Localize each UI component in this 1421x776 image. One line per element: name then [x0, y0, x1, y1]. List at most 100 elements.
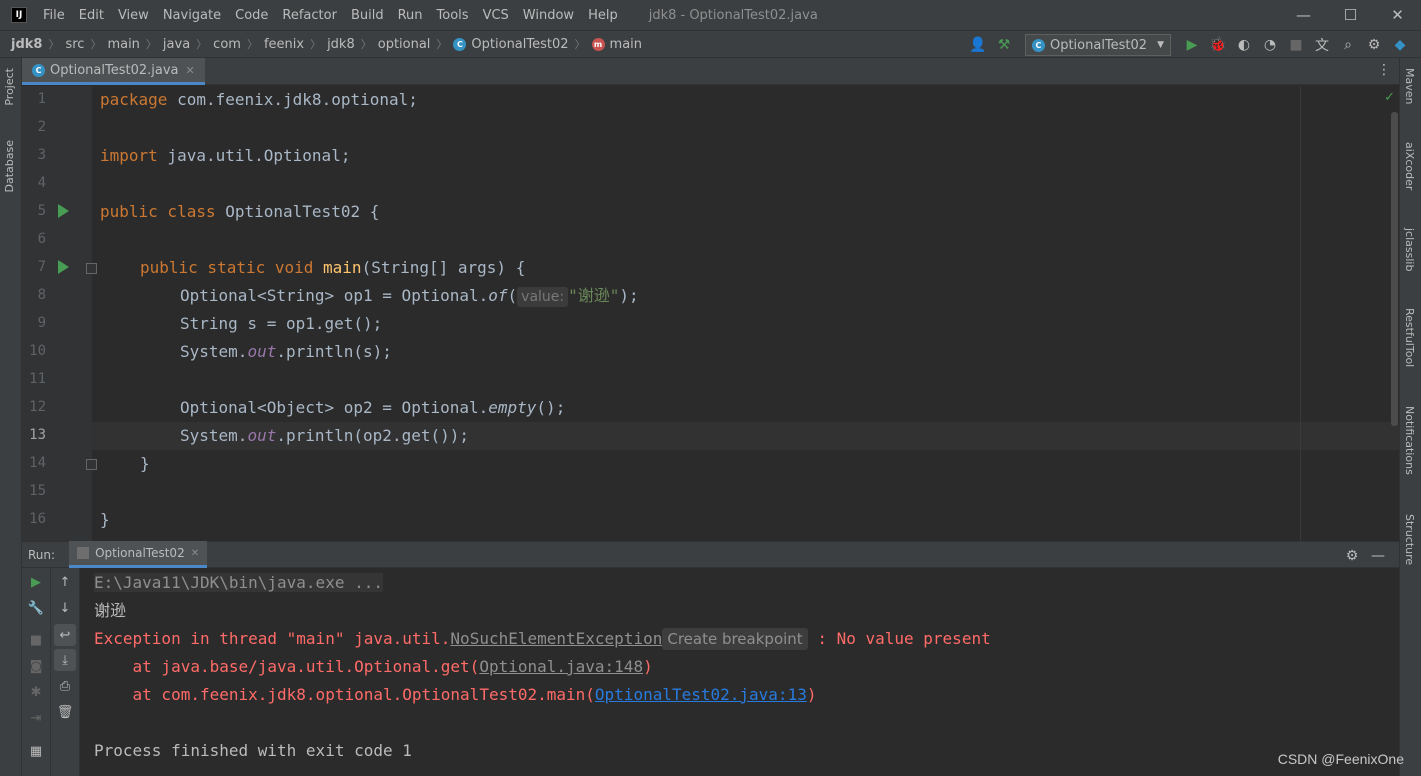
settings-gear-icon[interactable]: ⚙ [1362, 33, 1386, 57]
run-header-actions: ⚙ — [1339, 542, 1391, 569]
project-tool-tab[interactable]: Project [3, 68, 16, 106]
stack-trace-link[interactable]: OptionalTest02.java:13 [595, 685, 807, 704]
breadcrumb-java[interactable]: java [163, 37, 190, 52]
menu-edit[interactable]: Edit [79, 8, 104, 23]
breadcrumb-main[interactable]: main [107, 37, 139, 52]
run-panel-header: Run: OptionalTest02 ✕ ⚙ — [22, 541, 1399, 568]
chevron-right-icon: 〉 [48, 38, 60, 51]
code-text: Optional<Object> op2 = Optional. [180, 398, 489, 417]
menu-vcs[interactable]: VCS [483, 8, 509, 23]
line-number: 6 [37, 231, 46, 247]
keyword: public static void [140, 258, 314, 277]
navigation-bar: jdk8 〉 src 〉 main 〉 java 〉 com 〉 feenix … [0, 30, 1421, 58]
console-command[interactable]: E:\Java11\JDK\bin\java.exe ... [94, 573, 383, 592]
camera-icon[interactable]: ◙ [25, 655, 47, 677]
breadcrumb-feenix[interactable]: feenix [264, 37, 304, 52]
arrow-up-icon[interactable]: ↑ [54, 571, 76, 593]
user-icon[interactable]: 👤 [966, 33, 990, 57]
close-button[interactable]: ✕ [1374, 0, 1421, 30]
breadcrumb-com[interactable]: com [213, 37, 241, 52]
run-console[interactable]: E:\Java11\JDK\bin\java.exe ... 谢逊 Except… [81, 568, 1399, 776]
chevron-right-icon: 〉 [196, 38, 208, 51]
layout-icon[interactable]: ▦ [25, 740, 47, 762]
menu-tools[interactable]: Tools [437, 8, 469, 23]
run-tab-optionaltest02[interactable]: OptionalTest02 ✕ [69, 541, 208, 568]
run-main-gutter-icon[interactable] [58, 260, 69, 274]
line-number: 1 [37, 91, 46, 107]
menu-file[interactable]: File [43, 8, 65, 23]
scroll-to-end-icon[interactable]: ⤓ [54, 649, 76, 671]
trash-icon[interactable]: 🗑 [54, 701, 76, 723]
console-line: 谢逊 [94, 597, 126, 625]
run-configuration-select[interactable]: C OptionalTest02 ▼ [1024, 34, 1171, 56]
line-number: 14 [29, 455, 46, 471]
exception-class-link[interactable]: NoSuchElementException [450, 629, 662, 648]
intellij-logo-icon: IJ [11, 7, 27, 23]
print-icon[interactable]: ⎙ [54, 675, 76, 697]
breadcrumb-src[interactable]: src [65, 37, 84, 52]
breadcrumb-jdk8[interactable]: jdk8 [327, 37, 355, 52]
menu-run[interactable]: Run [398, 8, 423, 23]
stack-trace-text: ) [806, 685, 817, 704]
more-options-icon[interactable]: ⋮ [1377, 62, 1391, 78]
debug-icon[interactable]: 🐞 [1206, 33, 1230, 57]
inspection-ok-check-icon[interactable]: ✓ [1384, 90, 1395, 105]
database-tool-tab[interactable]: Database [3, 140, 16, 193]
search-icon[interactable]: ⌕ [1336, 33, 1360, 57]
editor-tab-bar: C OptionalTest02.java ✕ ⋮ [22, 58, 1399, 85]
profile-icon[interactable]: ◔ [1258, 33, 1282, 57]
stop-icon[interactable]: ■ [1284, 33, 1308, 57]
build-hammer-icon[interactable]: ⚒ [992, 33, 1016, 57]
restfultool-tool-tab[interactable]: RestfulTool [1403, 308, 1416, 367]
fold-marker-icon[interactable] [86, 263, 97, 274]
run-class-gutter-icon[interactable] [58, 204, 69, 218]
chevron-right-icon: 〉 [145, 38, 157, 51]
run-icon[interactable]: ▶ [1180, 33, 1204, 57]
keyword: import [100, 146, 158, 165]
menu-refactor[interactable]: Refactor [282, 8, 337, 23]
editor-tab-optionaltest02[interactable]: C OptionalTest02.java ✕ [22, 58, 205, 85]
aixcoder-tool-tab[interactable]: aiXcoder [1403, 142, 1416, 190]
menu-help[interactable]: Help [588, 8, 618, 23]
static-field: out [247, 426, 277, 445]
stop-icon[interactable]: ■ [25, 629, 47, 651]
console-icon [77, 547, 90, 559]
notifications-tool-tab[interactable]: Notifications [1403, 406, 1416, 475]
method-call: of [488, 286, 508, 305]
menu-code[interactable]: Code [235, 8, 268, 23]
create-breakpoint-hint[interactable]: Create breakpoint [662, 628, 808, 650]
breadcrumb-project[interactable]: jdk8 [11, 37, 42, 52]
debug-icon[interactable]: ✱ [25, 681, 47, 703]
plugin-icon[interactable]: ◆ [1388, 33, 1412, 57]
jclasslib-tool-tab[interactable]: jclasslib [1403, 228, 1416, 271]
translate-icon[interactable]: 文 [1310, 33, 1334, 57]
wrench-icon[interactable]: 🔧 [25, 597, 47, 619]
stack-trace-link[interactable]: Optional.java:148 [479, 657, 643, 676]
menu-navigate[interactable]: Navigate [163, 8, 221, 23]
close-tab-icon[interactable]: ✕ [191, 548, 199, 559]
editor-scrollbar[interactable] [1391, 112, 1398, 426]
settings-gear-icon[interactable]: ⚙ [1340, 544, 1364, 568]
login-icon[interactable]: ⇥ [25, 707, 47, 729]
hide-panel-icon[interactable]: — [1366, 544, 1390, 568]
console-line: Process finished with exit code 1 [94, 737, 412, 765]
minimize-button[interactable]: — [1280, 0, 1327, 30]
breadcrumb-optional[interactable]: optional [378, 37, 431, 52]
fold-marker-icon[interactable] [86, 459, 97, 470]
arrow-down-icon[interactable]: ↓ [54, 597, 76, 619]
soft-wrap-icon[interactable]: ↩ [54, 624, 76, 646]
code-line-1: package com.feenix.jdk8.optional; [100, 86, 418, 114]
menu-view[interactable]: View [118, 8, 149, 23]
code-text: } [100, 510, 110, 529]
menu-build[interactable]: Build [351, 8, 384, 23]
breadcrumb-class[interactable]: C OptionalTest02 [453, 37, 569, 52]
structure-tool-tab[interactable]: Structure [1403, 514, 1416, 565]
menu-window[interactable]: Window [523, 8, 574, 23]
close-tab-icon[interactable]: ✕ [185, 64, 194, 77]
rerun-icon[interactable]: ▶ [25, 571, 47, 593]
breadcrumb-method[interactable]: m main [591, 37, 642, 52]
maven-tool-tab[interactable]: Maven [1403, 68, 1416, 104]
maximize-button[interactable]: ☐ [1327, 0, 1374, 30]
code-editor[interactable]: 1 2 3 4 5 6 7 8 9 10 11 12 13 14 15 16 p… [22, 86, 1399, 541]
coverage-icon[interactable]: ◐ [1232, 33, 1256, 57]
